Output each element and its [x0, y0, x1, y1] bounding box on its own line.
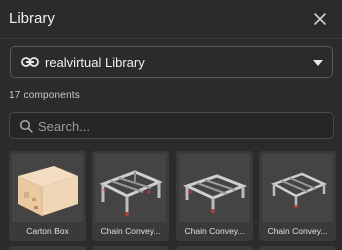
component-count: 17 components	[9, 90, 80, 101]
component-card-carton-box[interactable]: Carton Box	[9, 151, 86, 241]
carton-box-icon	[18, 166, 78, 216]
chain-conveyor-thumbnail	[262, 154, 333, 222]
library-dropdown[interactable]: realvirtual Library	[10, 46, 333, 78]
header-divider	[0, 38, 342, 39]
search-box[interactable]	[9, 112, 334, 139]
chain-conveyor-thumbnail	[95, 154, 166, 222]
carton-box-thumbnail	[12, 154, 83, 222]
panel-title: Library	[9, 10, 55, 27]
component-card-partial[interactable]	[176, 246, 253, 250]
library-dropdown-label: realvirtual Library	[45, 55, 145, 70]
component-name: Chain Convey...	[184, 226, 245, 236]
chain-conveyor-thumbnail	[179, 154, 250, 222]
component-card-chain-conveyor-1[interactable]: Chain Convey...	[92, 151, 169, 241]
component-card-partial[interactable]	[9, 246, 86, 250]
search-icon	[19, 119, 33, 133]
library-panel: Library realvirtual Library 17 component…	[0, 0, 342, 250]
chain-conveyor-icon	[270, 172, 328, 209]
component-card-partial[interactable]	[259, 246, 336, 250]
component-name: Chain Convey...	[267, 226, 328, 236]
component-name: Carton Box	[26, 226, 69, 236]
component-card-chain-conveyor-2[interactable]: Chain Convey...	[176, 151, 253, 241]
link-icon	[21, 57, 39, 67]
caret-down-icon	[313, 60, 323, 66]
component-card-chain-conveyor-3[interactable]: Chain Convey...	[259, 151, 336, 241]
chain-conveyor-icon	[99, 170, 163, 216]
close-icon[interactable]	[312, 11, 328, 27]
component-name: Chain Convey...	[100, 226, 161, 236]
chain-conveyor-icon	[182, 174, 248, 213]
search-input[interactable]	[38, 116, 318, 136]
panel-header: Library	[0, 0, 342, 40]
component-card-partial[interactable]	[92, 246, 169, 250]
